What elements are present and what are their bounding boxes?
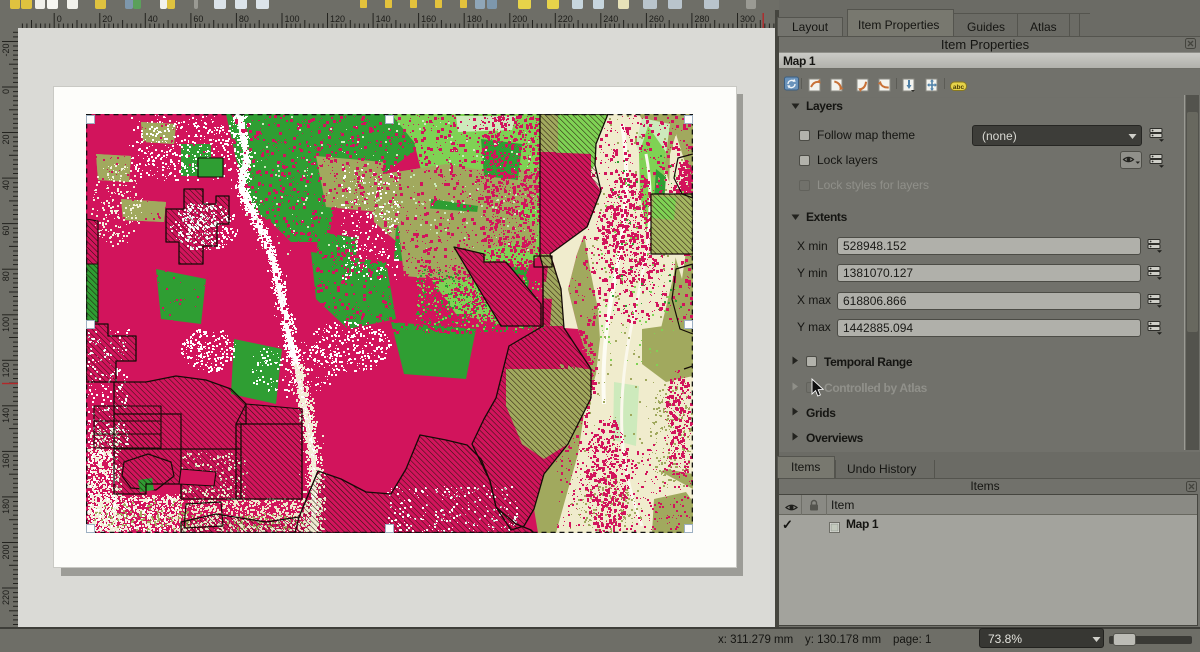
svg-text:260: 260 xyxy=(649,14,664,24)
svg-text:abc: abc xyxy=(953,84,965,91)
svg-text:60: 60 xyxy=(193,14,203,24)
svg-text:60: 60 xyxy=(1,226,11,236)
svg-text:140: 140 xyxy=(376,14,391,24)
svg-text:160: 160 xyxy=(421,14,436,24)
svg-text:-20: -20 xyxy=(1,44,11,57)
svg-text:40: 40 xyxy=(148,14,158,24)
svg-text:20: 20 xyxy=(102,14,112,24)
svg-text:120: 120 xyxy=(330,14,345,24)
svg-text:140: 140 xyxy=(1,408,11,423)
svg-text:200: 200 xyxy=(1,545,11,560)
svg-text:200: 200 xyxy=(512,14,527,24)
svg-text:120: 120 xyxy=(1,362,11,377)
svg-text:80: 80 xyxy=(239,14,249,24)
svg-text:0: 0 xyxy=(1,89,11,94)
svg-text:80: 80 xyxy=(1,271,11,281)
svg-text:100: 100 xyxy=(285,14,300,24)
svg-text:20: 20 xyxy=(1,135,11,145)
svg-text:180: 180 xyxy=(467,14,482,24)
svg-text:240: 240 xyxy=(603,14,618,24)
svg-text:220: 220 xyxy=(1,590,11,605)
svg-text:0: 0 xyxy=(57,14,62,24)
svg-text:160: 160 xyxy=(1,453,11,468)
svg-text:180: 180 xyxy=(1,499,11,514)
svg-text:220: 220 xyxy=(558,14,573,24)
svg-text:300: 300 xyxy=(740,14,755,24)
svg-text:100: 100 xyxy=(1,317,11,332)
svg-text:40: 40 xyxy=(1,180,11,190)
svg-text:280: 280 xyxy=(694,14,709,24)
